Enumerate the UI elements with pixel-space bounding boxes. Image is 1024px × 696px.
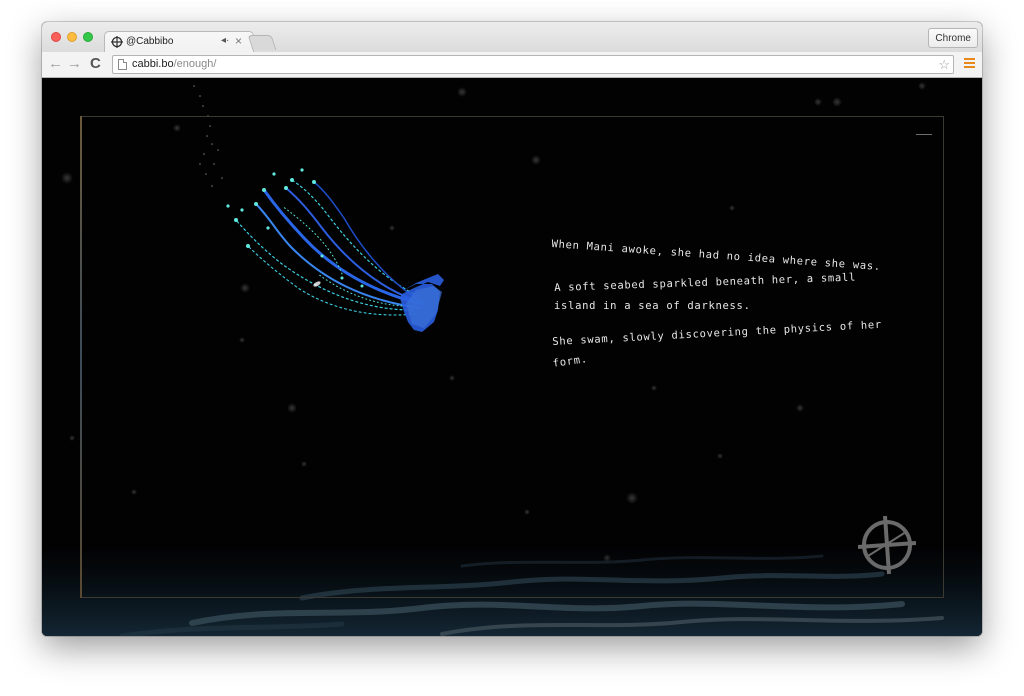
browser-window: @Cabbibo ◂· × Chrome ← → C cabbi.bo/enou… bbox=[42, 22, 982, 636]
url-text[interactable]: cabbi.bo/enough/ bbox=[132, 57, 216, 72]
content-frame bbox=[80, 116, 944, 598]
hamburger-menu-icon[interactable] bbox=[964, 58, 975, 69]
close-icon[interactable]: × bbox=[235, 34, 242, 48]
reload-icon[interactable]: C bbox=[90, 55, 101, 73]
tab-title: @Cabbibo bbox=[126, 36, 174, 47]
page-icon bbox=[118, 59, 127, 70]
star-icon[interactable]: ☆ bbox=[938, 56, 950, 73]
crosshair-circle-icon bbox=[111, 36, 123, 48]
maximize-window-button[interactable] bbox=[83, 32, 93, 42]
forward-arrow-icon[interactable]: → bbox=[67, 55, 82, 73]
story-line-3: island in a sea of darkness. bbox=[554, 300, 751, 312]
browser-toolbar: ← → C cabbi.bo/enough/ ☆ bbox=[42, 52, 982, 78]
title-bar: @Cabbibo ◂· × Chrome bbox=[42, 22, 982, 53]
new-tab-button[interactable] bbox=[247, 35, 277, 50]
minimize-window-button[interactable] bbox=[67, 32, 77, 42]
page-viewport[interactable]: When Mani awoke, she had no idea where s… bbox=[42, 78, 982, 636]
back-arrow-icon[interactable]: ← bbox=[48, 55, 63, 73]
address-bar[interactable]: cabbi.bo/enough/ ☆ bbox=[112, 55, 954, 74]
tab-cabbibo[interactable]: @Cabbibo ◂· × bbox=[104, 31, 254, 53]
url-path: /enough/ bbox=[173, 58, 217, 70]
speaker-icon[interactable]: ◂· bbox=[221, 35, 229, 46]
crosshair-circle-icon[interactable] bbox=[854, 512, 920, 578]
profile-button[interactable]: Chrome bbox=[928, 28, 978, 48]
close-window-button[interactable] bbox=[51, 32, 61, 42]
minimize-icon[interactable] bbox=[916, 134, 932, 135]
url-host: cabbi.bo bbox=[132, 58, 174, 70]
